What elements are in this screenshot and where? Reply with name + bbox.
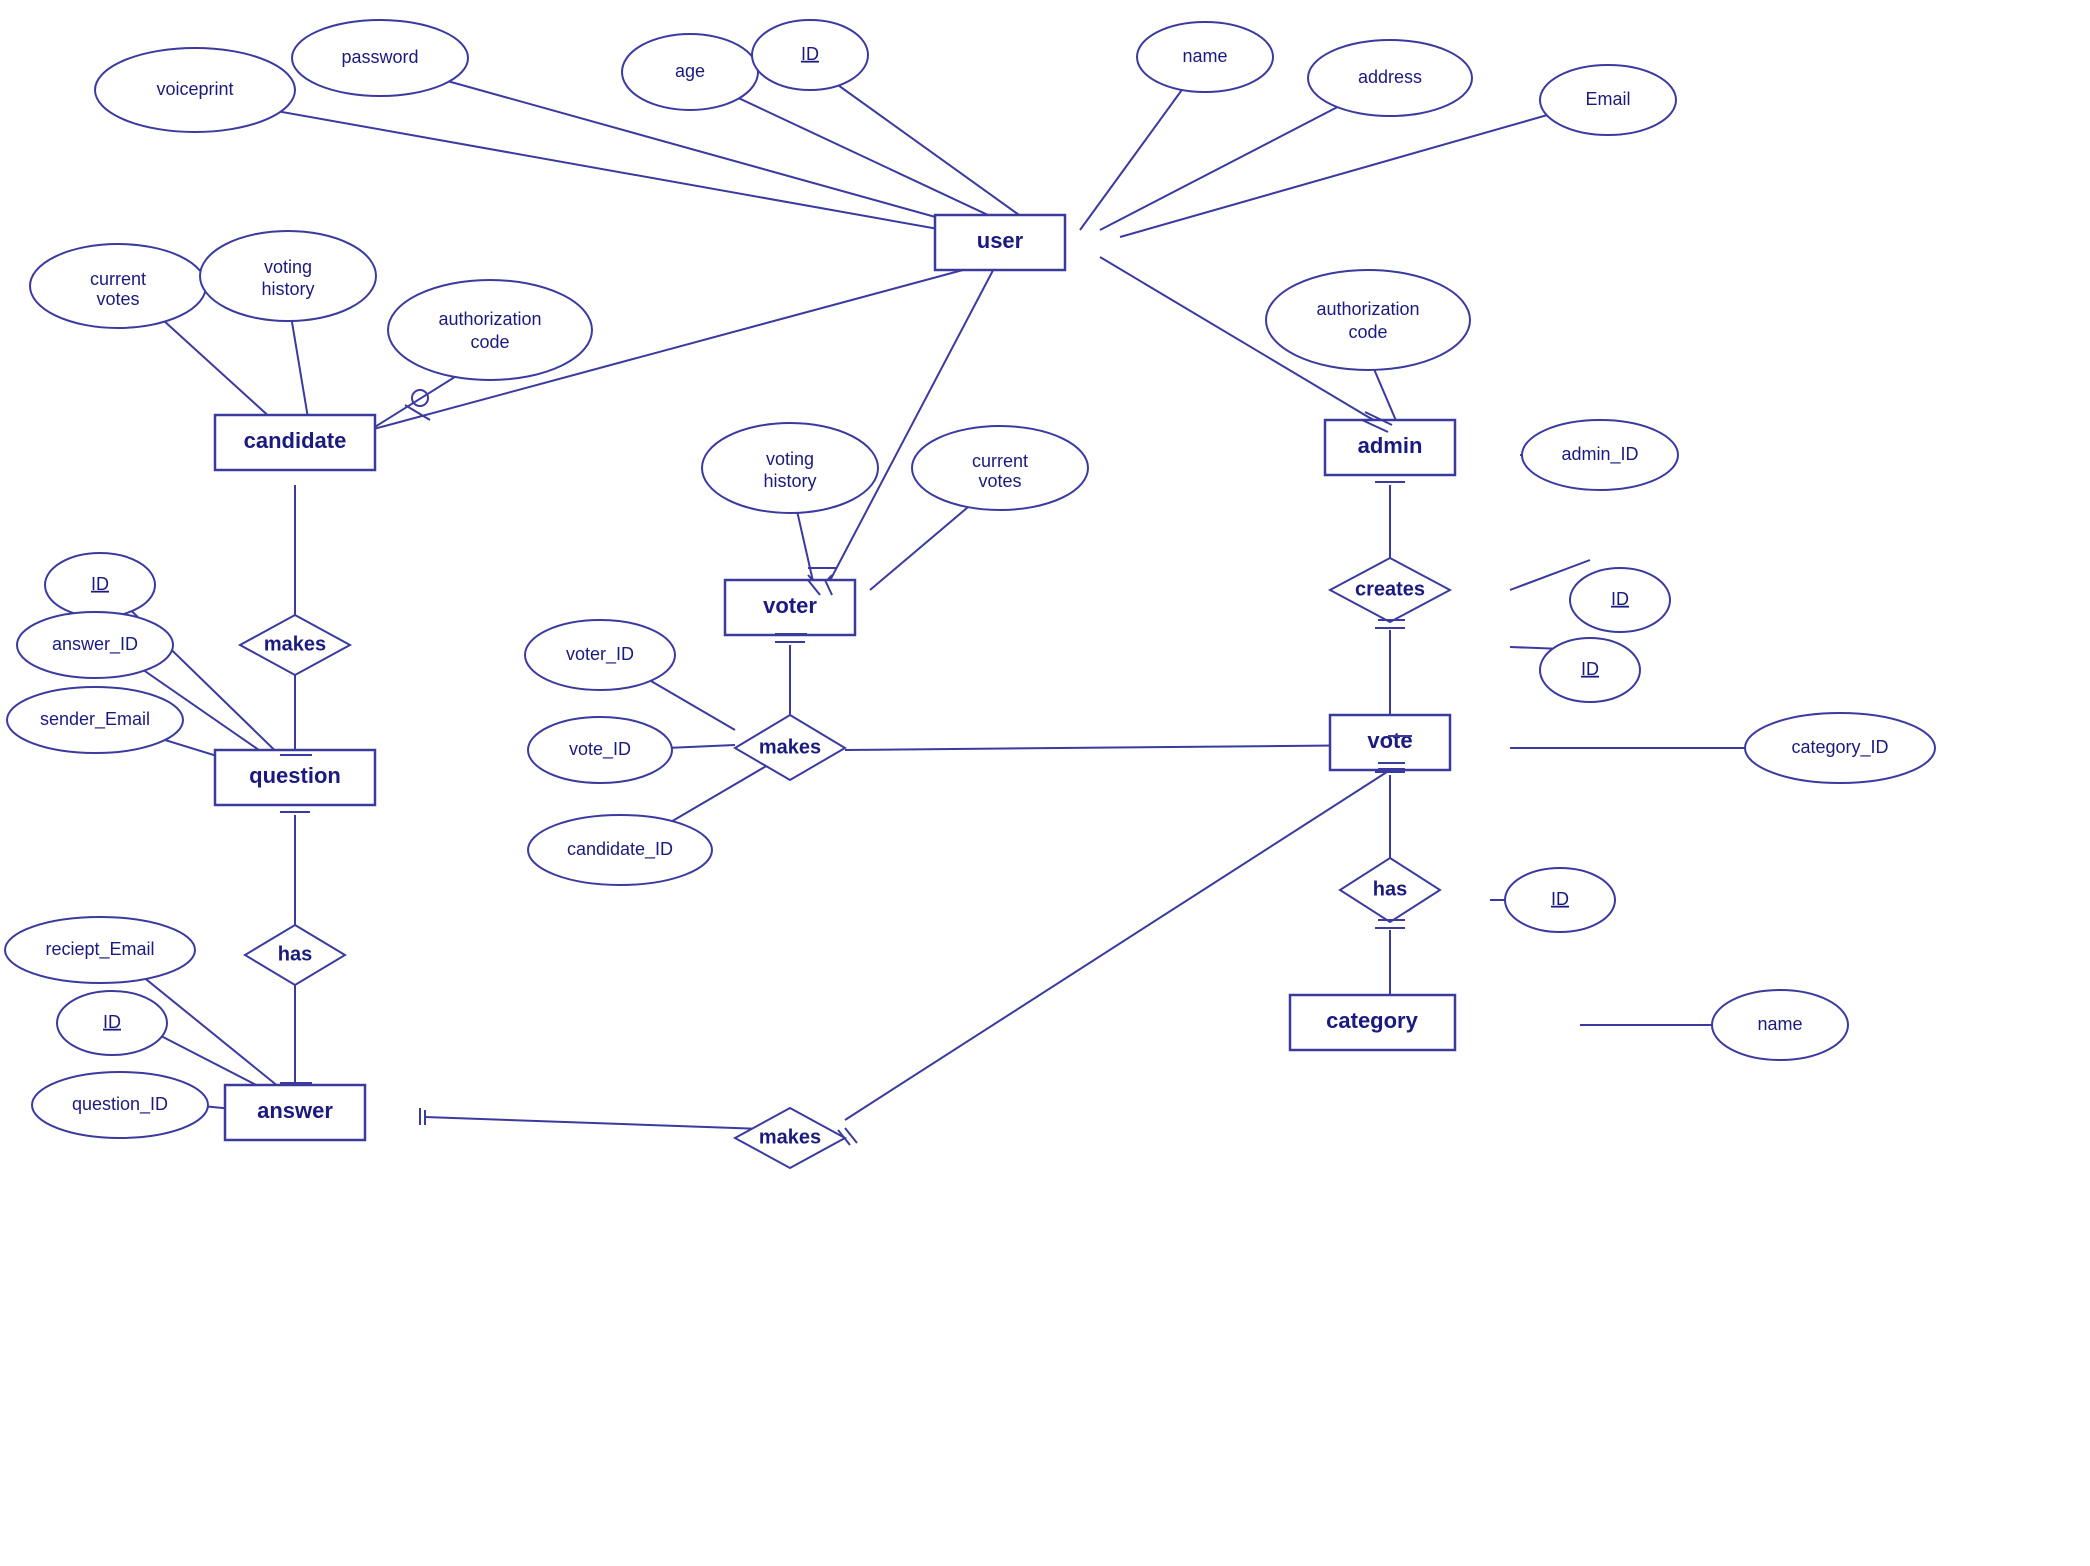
attr-voter-id-label: voter_ID [566, 644, 634, 665]
attr-email-user-label: Email [1585, 89, 1630, 109]
attr-age-label: age [675, 61, 705, 81]
attr-creates-id-label: ID [1611, 589, 1629, 609]
attr-category-id-label: category_ID [1791, 737, 1888, 758]
attr-vote-id-label: ID [1581, 659, 1599, 679]
attr-voting-hist-voter-label: voting [766, 449, 814, 469]
attr-reciept-email-label: reciept_Email [45, 939, 154, 960]
entity-candidate-label: candidate [244, 428, 347, 453]
rel-has-cat-label: has [1373, 878, 1407, 900]
entity-voter-label: voter [763, 593, 817, 618]
attr-voting-hist-cand-label2: history [261, 279, 314, 299]
entity-question-label: question [249, 763, 341, 788]
entity-answer-label: answer [257, 1098, 333, 1123]
rel-has-ans-label: has [278, 943, 312, 965]
attr-auth-code-admin-label: authorization [1316, 299, 1419, 319]
attr-has-id-label: ID [1551, 889, 1569, 909]
attr-current-votes-cand-label2: votes [96, 289, 139, 309]
attr-candidate-id-makes-label: candidate_ID [567, 839, 673, 860]
rel-creates-label: creates [1355, 578, 1425, 600]
attr-id-answer-label: ID [103, 1012, 121, 1032]
attr-sender-email-label: sender_Email [40, 709, 150, 730]
attr-address-label: address [1358, 67, 1422, 87]
attr-voting-hist-cand-label: voting [264, 257, 312, 277]
attr-id-question-label: ID [91, 574, 109, 594]
entity-user-label: user [977, 228, 1024, 253]
attr-current-votes-cand-label: current [90, 269, 146, 289]
rel-makes-voter-label: makes [759, 736, 821, 758]
attr-auth-code-cand [388, 280, 592, 380]
attr-auth-code-admin [1266, 270, 1470, 370]
attr-voting-hist-voter-label2: history [763, 471, 816, 491]
attr-id-user-label: ID [801, 44, 819, 64]
entity-admin-label: admin [1358, 433, 1423, 458]
entity-vote-label: vote [1367, 728, 1412, 753]
attr-password-label: password [341, 47, 418, 67]
attr-current-votes-voter-label2: votes [978, 471, 1021, 491]
attr-auth-code-admin-label2: code [1348, 322, 1387, 342]
attr-name-user-label: name [1182, 46, 1227, 66]
attr-voiceprint-label: voiceprint [156, 79, 233, 99]
er-diagram: user candidate voter admin vote question… [0, 0, 2090, 1566]
attr-category-name-label: name [1757, 1014, 1802, 1034]
attr-auth-code-cand-label: authorization [438, 309, 541, 329]
attr-vote-id-makes-label: vote_ID [569, 739, 631, 760]
attr-answer-id-label: answer_ID [52, 634, 138, 655]
attr-current-votes-voter-label: current [972, 451, 1028, 471]
rel-makes-ans-label: makes [759, 1126, 821, 1148]
attr-admin-id-label: admin_ID [1561, 444, 1638, 465]
attr-question-id-label: question_ID [72, 1094, 168, 1115]
rel-makes-cand-label: makes [264, 633, 326, 655]
attr-auth-code-cand-label2: code [470, 332, 509, 352]
entity-category-label: category [1326, 1008, 1418, 1033]
